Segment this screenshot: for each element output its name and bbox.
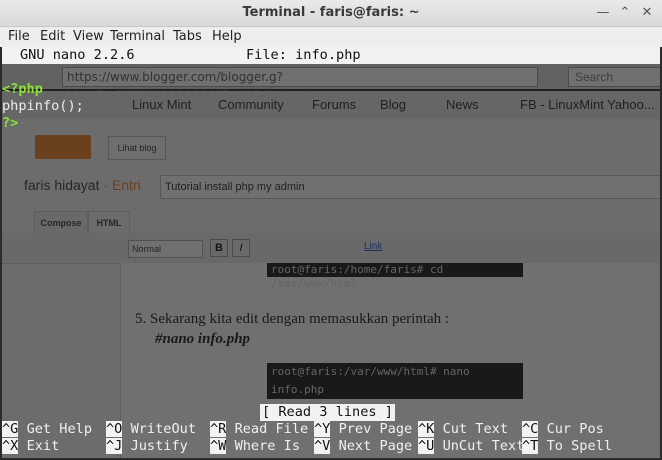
- nano-filename: File: info.php: [246, 47, 361, 63]
- terminal-area[interactable]: https://www.blogger.com/blogger.g?blogID…: [2, 47, 660, 458]
- menu-terminal[interactable]: Terminal: [110, 29, 165, 44]
- code-line-1[interactable]: <?php: [2, 81, 43, 98]
- shortcut-get-help[interactable]: ^G Get Help: [2, 421, 92, 438]
- shortcut-read-file[interactable]: ^R Read File: [210, 421, 308, 438]
- shortcut-cur-pos[interactable]: ^C Cur Pos: [522, 421, 604, 438]
- shortcut-where-is[interactable]: ^W Where Is: [210, 438, 300, 455]
- shortcut-to-spell[interactable]: ^T To Spell: [522, 438, 612, 455]
- nano-editor[interactable]: GNU nano 2.2.6 File: info.php <?php phpin…: [2, 47, 660, 458]
- shortcut-exit[interactable]: ^X Exit: [2, 438, 59, 455]
- shortcut-uncut-text[interactable]: ^U UnCut Text: [418, 438, 524, 455]
- close-icon[interactable]: ✕: [638, 4, 656, 22]
- menu-help[interactable]: Help: [212, 29, 242, 44]
- maximize-icon[interactable]: ⌃: [616, 4, 634, 22]
- menu-tabs[interactable]: Tabs: [173, 29, 202, 44]
- window-title: Terminal - faris@faris: ~: [242, 5, 420, 20]
- menu-edit[interactable]: Edit: [40, 29, 65, 44]
- nano-status-message: [ Read 3 lines ]: [260, 404, 395, 421]
- window-titlebar: Terminal - faris@faris: ~ — ⌃ ✕: [0, 0, 662, 27]
- nano-version: GNU nano 2.2.6: [20, 47, 135, 63]
- shortcut-prev-page[interactable]: ^Y Prev Page: [314, 421, 412, 438]
- shortcut-next-page[interactable]: ^V Next Page: [314, 438, 412, 455]
- code-line-3[interactable]: ?>: [2, 115, 18, 132]
- menu-bar: File Edit View Terminal Tabs Help: [0, 27, 662, 47]
- code-line-2[interactable]: phpinfo();: [2, 98, 84, 115]
- shortcut-cut-text[interactable]: ^K Cut Text: [418, 421, 508, 438]
- minimize-icon[interactable]: —: [594, 4, 612, 22]
- menu-file[interactable]: File: [8, 29, 30, 44]
- nano-header: GNU nano 2.2.6 File: info.php: [2, 47, 660, 64]
- shortcut-writeout[interactable]: ^O WriteOut: [106, 421, 196, 438]
- shortcut-justify[interactable]: ^J Justify: [106, 438, 188, 455]
- menu-view[interactable]: View: [73, 29, 104, 44]
